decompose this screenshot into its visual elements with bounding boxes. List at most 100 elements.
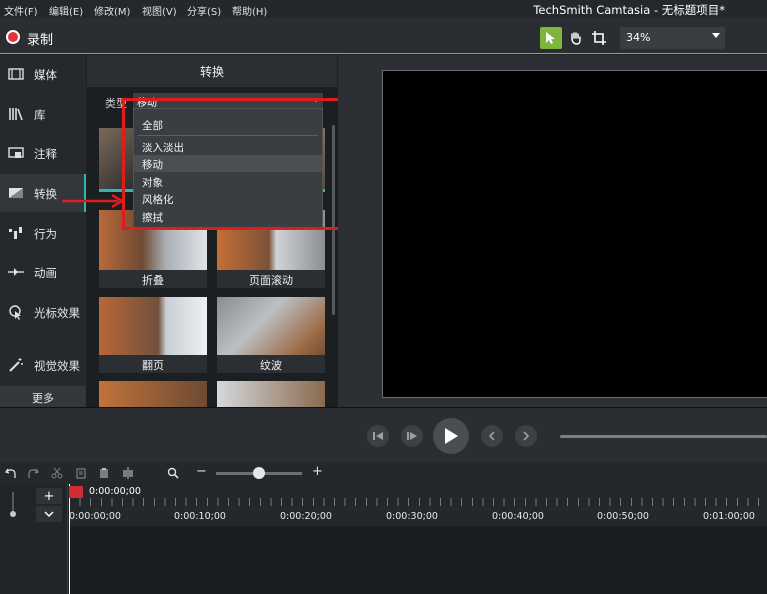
thumbnail-caption: 页面滚动 <box>217 270 325 288</box>
copy-button[interactable] <box>74 466 88 480</box>
film-icon <box>8 68 24 80</box>
transition-thumbnail-ripple[interactable] <box>217 297 325 361</box>
menu-view[interactable]: 视图(V) <box>142 3 177 18</box>
chevron-down-icon <box>712 33 720 38</box>
menu-help[interactable]: 帮助(H) <box>232 3 267 18</box>
ruler-label: 0:00:50;00 <box>597 511 649 522</box>
zoom-value: 34% <box>626 31 651 44</box>
record-icon[interactable] <box>6 30 20 44</box>
panel-title: 转换 <box>87 55 337 87</box>
crop-tool-button[interactable] <box>588 27 610 49</box>
step-back-icon <box>373 432 383 440</box>
timeline-zoom-in-button[interactable]: + <box>312 464 323 479</box>
menu-file[interactable]: 文件(F) <box>4 3 38 18</box>
menu-bar: 文件(F) 编辑(E) 修改(M) 视图(V) 分享(S) 帮助(H) Tech… <box>0 0 767 18</box>
tools-sidebar: 媒体 库 注释 转换 行为 动画 光标效果 视觉效果 更多 <box>0 55 86 407</box>
previous-button[interactable] <box>481 425 503 447</box>
collapse-tracks-button[interactable] <box>36 506 62 522</box>
sidebar-item-label: 注释 <box>34 147 57 161</box>
timeline-zoom-icon-wrap <box>166 466 180 480</box>
transition-thumbnail[interactable] <box>99 381 207 407</box>
sidebar-item-annotations[interactable]: 注释 <box>0 134 86 172</box>
sidebar-item-label: 视觉效果 <box>34 359 80 373</box>
paste-button[interactable] <box>97 466 111 480</box>
track-header: + <box>0 484 68 594</box>
main-toolbar: 录制 34% <box>0 18 767 54</box>
more-button[interactable]: 更多 <box>0 386 86 407</box>
playhead-time: 0:00:00;00 <box>89 486 141 497</box>
thumbnail-caption: 纹波 <box>217 355 325 373</box>
ruler-label: 0:00:00;00 <box>69 511 121 522</box>
record-button[interactable]: 录制 <box>27 29 53 48</box>
split-icon <box>123 467 133 479</box>
sidebar-item-label: 转换 <box>34 187 57 201</box>
cut-button[interactable] <box>50 466 64 480</box>
timeline-zoom-out-button[interactable]: − <box>196 464 207 479</box>
undo-icon <box>5 468 16 478</box>
sidebar-item-label: 行为 <box>34 227 57 241</box>
undo-button[interactable] <box>4 466 18 480</box>
next-button[interactable] <box>515 425 537 447</box>
split-button[interactable] <box>121 466 135 480</box>
playhead-line <box>69 484 70 594</box>
crop-icon <box>592 31 606 45</box>
sidebar-item-cursor-effects[interactable]: 光标效果 <box>0 293 86 331</box>
play-button[interactable] <box>433 418 469 454</box>
magnifier-icon <box>167 467 179 479</box>
copy-icon <box>76 468 86 479</box>
ruler-label: 0:01:00;00 <box>703 511 755 522</box>
sidebar-item-animations[interactable]: 动画 <box>0 253 86 291</box>
timeline: + 0:00:00;00 0:00:10;00 0:00:20;00 0:00:… <box>0 484 767 594</box>
ruler-label: 0:00:40;00 <box>492 511 544 522</box>
step-back-button[interactable] <box>367 425 389 447</box>
play-icon <box>445 428 458 444</box>
app-title: TechSmith Camtasia - 无标题项目* <box>533 3 725 17</box>
chevron-right-icon <box>523 431 530 441</box>
red-arrow-icon <box>62 194 124 208</box>
behavior-icon <box>9 227 22 239</box>
preview-scrubber[interactable] <box>560 435 767 438</box>
sidebar-item-library[interactable]: 库 <box>0 95 86 133</box>
transition-thumbnail[interactable] <box>217 381 325 407</box>
magic-wand-icon <box>9 358 23 372</box>
transition-icon <box>9 188 23 198</box>
menu-share[interactable]: 分享(S) <box>187 3 221 18</box>
select-tool-button[interactable] <box>540 27 562 49</box>
preview-canvas[interactable] <box>382 70 767 398</box>
track-zoom-slider-icon[interactable] <box>6 490 20 518</box>
thumbnail-caption: 翻页 <box>99 355 207 373</box>
ruler-ticks <box>69 498 767 506</box>
redo-button[interactable] <box>26 466 40 480</box>
animation-icon <box>8 268 24 276</box>
timeline-zoom-handle[interactable] <box>253 467 265 479</box>
sidebar-item-behaviors[interactable]: 行为 <box>0 214 86 252</box>
redo-icon <box>28 468 39 478</box>
sidebar-item-media[interactable]: 媒体 <box>0 55 86 93</box>
pointer-icon <box>546 32 555 44</box>
sidebar-item-label: 媒体 <box>34 68 57 82</box>
sidebar-item-label: 光标效果 <box>34 306 80 320</box>
highlight-box <box>122 98 344 230</box>
step-forward-button[interactable] <box>401 425 423 447</box>
annotation-icon <box>8 147 24 158</box>
menu-edit[interactable]: 编辑(E) <box>49 3 83 18</box>
playhead-handle[interactable] <box>69 486 83 498</box>
transition-thumbnail-page-turn[interactable] <box>99 297 207 361</box>
playback-controls <box>0 407 767 462</box>
pan-tool-button[interactable] <box>565 27 587 49</box>
scissors-icon <box>51 467 63 479</box>
timeline-ruler[interactable]: 0:00:00;00 0:00:10;00 0:00:20;00 0:00:30… <box>69 484 767 526</box>
add-track-button[interactable]: + <box>36 488 62 504</box>
sidebar-item-visual-effects[interactable]: 视觉效果 <box>0 346 86 384</box>
preview-area <box>338 55 767 407</box>
ruler-label: 0:00:10;00 <box>174 511 226 522</box>
ruler-label: 0:00:30;00 <box>386 511 438 522</box>
chevron-left-icon <box>488 431 495 441</box>
timeline-toolbar: − + <box>0 462 767 484</box>
menu-modify[interactable]: 修改(M) <box>94 3 130 18</box>
step-forward-icon <box>407 432 417 440</box>
hand-icon <box>571 32 581 45</box>
cursor-effect-icon <box>9 305 21 320</box>
paste-icon <box>100 468 108 478</box>
zoom-dropdown[interactable]: 34% <box>620 27 725 49</box>
